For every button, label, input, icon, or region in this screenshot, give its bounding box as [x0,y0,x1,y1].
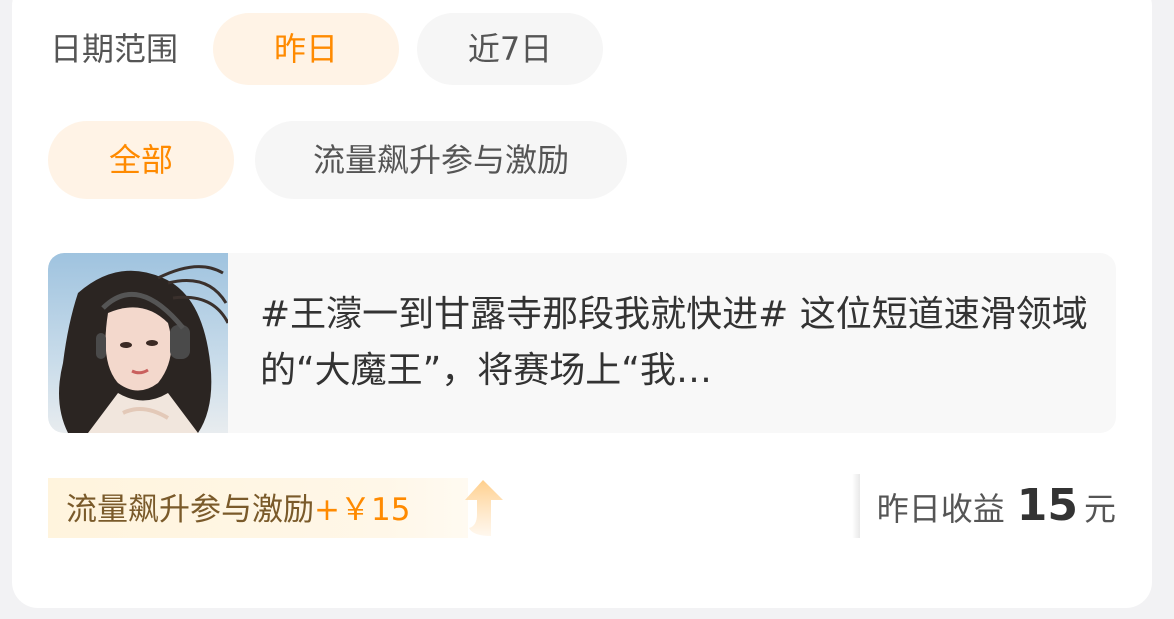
category-option-all[interactable]: 全部 [48,121,234,199]
category-option-traffic-boost[interactable]: 流量飙升参与激励 [255,121,627,199]
content-item[interactable]: #王濛一到甘露寺那段我就快进# 这位短道速滑领域的“大魔王”，将赛场上“我… [48,253,1116,433]
earnings-unit: 元 [1083,490,1116,528]
reward-text: 流量飙升参与激励+￥15 [66,478,410,538]
date-option-yesterday[interactable]: 昨日 [213,13,399,85]
date-option-7days[interactable]: 近7日 [417,13,603,85]
earnings-label: 昨日收益 [876,490,1005,528]
date-range-label: 日期范围 [50,30,179,68]
yesterday-earnings: 昨日收益 15 元 [877,480,1116,540]
category-filter-row: 全部 流量飙升参与激励 [0,121,1174,199]
earnings-value: 15 [1016,480,1078,531]
content-thumbnail [48,253,228,433]
reward-amount: +￥15 [314,492,411,528]
earnings-divider [852,474,860,538]
date-filter-row: 日期范围 昨日 近7日 [0,13,1174,85]
up-arrow-icon [465,480,503,536]
avatar-girl-headphones-image [48,253,228,433]
reward-label: 流量飙升参与激励 [66,492,314,528]
content-description: #王濛一到甘露寺那段我就快进# 这位短道速滑领域的“大魔王”，将赛场上“我… [260,294,1088,391]
reward-tag: 流量飙升参与激励+￥15 [48,478,508,538]
